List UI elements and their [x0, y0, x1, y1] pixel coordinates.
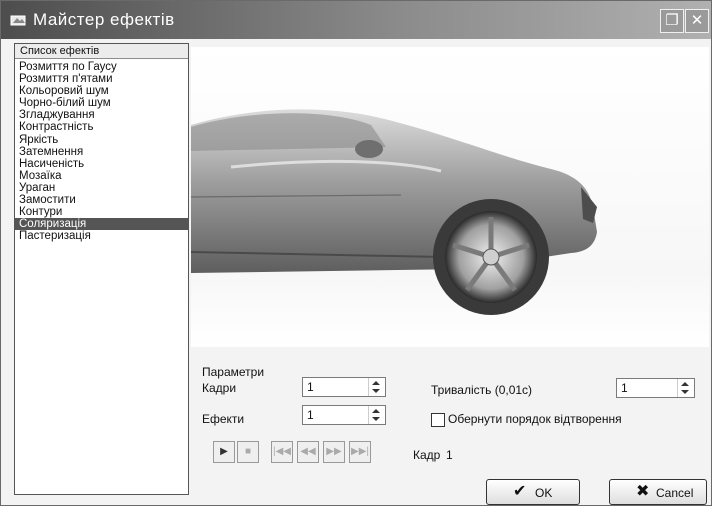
frames-value: 1 — [307, 380, 314, 394]
next-frame-button[interactable]: ▶▶ — [323, 441, 345, 463]
effects-list-item[interactable]: Розмиття п'ятами — [15, 73, 188, 85]
frame-label: Кадр — [413, 448, 441, 462]
effects-list-header: Список ефектів — [15, 44, 188, 59]
stop-button[interactable]: ■ — [237, 441, 259, 463]
effects-list-item[interactable]: Пастеризація — [15, 230, 188, 242]
effects-list[interactable]: Список ефектів Розмиття по Гаусу Розмиття… — [14, 43, 189, 495]
spin-down-icon — [681, 390, 689, 394]
maximize-icon: ❐ — [665, 12, 679, 29]
window-title: Майстер ефектів — [33, 10, 175, 29]
effects-list-item[interactable]: Згладжування — [15, 109, 188, 121]
last-frame-icon: ▶▶| — [351, 446, 369, 457]
reverse-order-checkbox[interactable] — [431, 413, 445, 427]
reverse-order-label: Обернути порядок відтворення — [448, 412, 622, 426]
effects-spin-arrows[interactable] — [368, 406, 385, 424]
stop-icon: ■ — [244, 446, 252, 457]
effects-wizard-window: Майстер ефектів ❐ ✕ Список ефектів Розми… — [0, 0, 712, 506]
effects-label: Ефекти — [202, 412, 245, 426]
last-frame-button[interactable]: ▶▶| — [349, 441, 371, 463]
cancel-button[interactable]: ✖ Cancel — [609, 479, 707, 505]
app-icon — [9, 11, 27, 29]
effects-list-item[interactable]: Контури — [15, 206, 188, 218]
spin-down-icon — [372, 389, 380, 393]
frames-spinbox[interactable]: 1 — [302, 377, 386, 397]
ok-button[interactable]: ✔ OK — [486, 479, 580, 505]
effects-list-item[interactable]: Контрастність — [15, 121, 188, 133]
spin-up-icon — [372, 409, 380, 413]
next-frame-icon: ▶▶ — [326, 446, 342, 457]
duration-spin-arrows[interactable] — [677, 379, 694, 397]
first-frame-button[interactable]: |◀◀ — [271, 441, 293, 463]
effects-list-item[interactable]: Ураган — [15, 182, 188, 194]
close-button[interactable]: ✕ — [685, 9, 709, 33]
play-icon: ▶ — [220, 446, 228, 457]
spin-down-icon — [372, 417, 380, 421]
effects-value: 1 — [307, 408, 314, 422]
parameters-title: Параметри — [202, 365, 265, 379]
effects-list-item[interactable]: Кольоровий шум — [15, 85, 188, 97]
effects-list-item[interactable]: Розмиття по Гаусу — [15, 61, 188, 73]
effects-spinbox[interactable]: 1 — [302, 405, 386, 425]
play-button[interactable]: ▶ — [213, 441, 235, 463]
effects-list-item[interactable]: Затемнення — [15, 146, 188, 158]
spin-up-icon — [372, 381, 380, 385]
effects-list-item[interactable]: Замостити — [15, 194, 188, 206]
maximize-button[interactable]: ❐ — [660, 9, 684, 33]
effects-list-items: Розмиття по Гаусу Розмиття п'ятами Кольоро… — [15, 61, 188, 242]
first-frame-icon: |◀◀ — [273, 446, 291, 457]
cancel-label: Cancel — [656, 486, 694, 500]
frames-spin-arrows[interactable] — [368, 378, 385, 396]
car-preview-image — [191, 109, 597, 315]
frames-label: Кадри — [202, 381, 237, 395]
effects-list-item[interactable]: Мозаїка — [15, 170, 188, 182]
spin-up-icon — [681, 382, 689, 386]
close-icon: ✕ — [690, 12, 704, 29]
duration-spinbox[interactable]: 1 — [616, 378, 695, 398]
duration-label: Тривалість (0,01с) — [431, 383, 533, 397]
effects-list-item[interactable]: Яркість — [15, 134, 188, 146]
prev-frame-button[interactable]: ◀◀ — [297, 441, 319, 463]
title-bar: Майстер ефектів ❐ ✕ — [1, 1, 711, 39]
prev-frame-icon: ◀◀ — [300, 446, 316, 457]
effects-list-item[interactable]: Соляризація — [15, 218, 188, 231]
ok-label: OK — [535, 486, 553, 500]
cancel-x-icon: ✖ — [636, 483, 650, 500]
effects-list-item[interactable]: Чорно-білий шум — [15, 97, 188, 109]
effects-list-item[interactable]: Насиченість — [15, 158, 188, 170]
duration-value: 1 — [621, 381, 628, 395]
effect-preview — [191, 47, 709, 347]
checkmark-icon: ✔ — [513, 483, 527, 500]
frame-value: 1 — [446, 448, 453, 462]
